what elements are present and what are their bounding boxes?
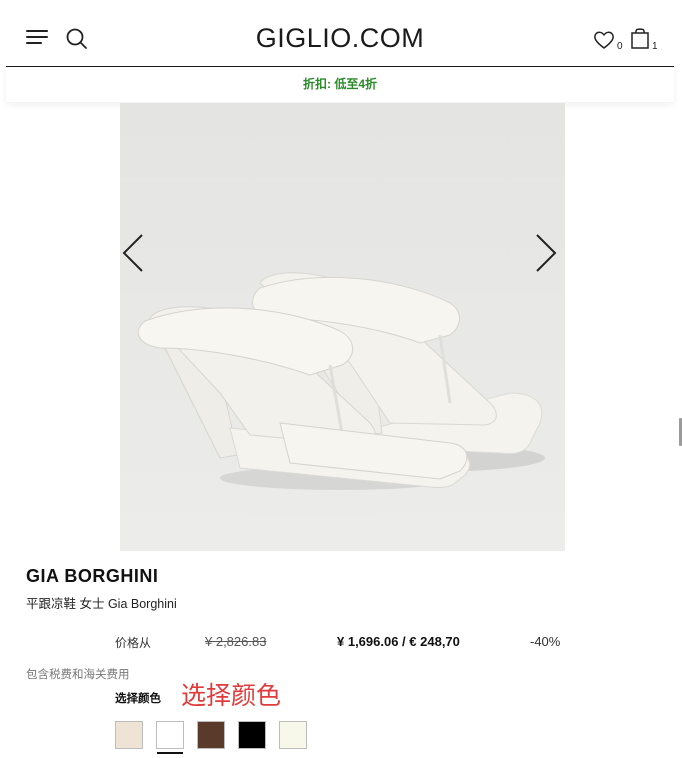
price-from-label: 价格从 <box>115 636 152 650</box>
product-image <box>120 103 565 551</box>
gallery-next-button[interactable] <box>533 233 559 273</box>
shopping-bag-icon[interactable] <box>629 26 651 50</box>
bag-count: 1 <box>652 41 658 52</box>
color-swatch-brown[interactable] <box>197 721 225 749</box>
selected-swatch-indicator <box>157 752 183 754</box>
color-annotation: 选择颜色 <box>181 681 282 710</box>
site-logo[interactable]: GIGLIO.COM <box>6 23 674 54</box>
color-swatch-beige[interactable] <box>115 721 143 749</box>
tax-note: 包含税费和海关费用 <box>26 669 130 681</box>
original-price: ¥ 2,826.83 <box>205 634 267 649</box>
discount-badge: -40% <box>530 634 561 649</box>
wishlist-count: 0 <box>617 41 623 52</box>
color-swatch-white[interactable] <box>156 721 184 749</box>
sale-price: ¥ 1,696.06 / € 248,70 <box>337 634 460 649</box>
promo-banner[interactable]: 折扣: 低至4折 <box>6 68 674 102</box>
color-selector-label: 选择颜色 <box>115 693 161 705</box>
site-header: GIGLIO.COM 0 1 <box>6 6 674 67</box>
chevron-left-icon <box>122 234 143 272</box>
heart-icon[interactable] <box>592 28 616 52</box>
gallery-prev-button[interactable] <box>120 233 146 273</box>
product-image-gallery[interactable] <box>120 103 565 551</box>
price-row: 价格从 ¥ 2,826.83 ¥ 1,696.06 / € 248,70 -40… <box>0 633 682 651</box>
color-swatch-cream[interactable] <box>279 721 307 749</box>
product-subtitle: 平跟凉鞋 女士 Gia Borghini <box>26 597 177 611</box>
color-swatch-black[interactable] <box>238 721 266 749</box>
chevron-right-icon <box>536 234 557 272</box>
product-brand[interactable]: GIA BORGHINI <box>26 566 158 587</box>
